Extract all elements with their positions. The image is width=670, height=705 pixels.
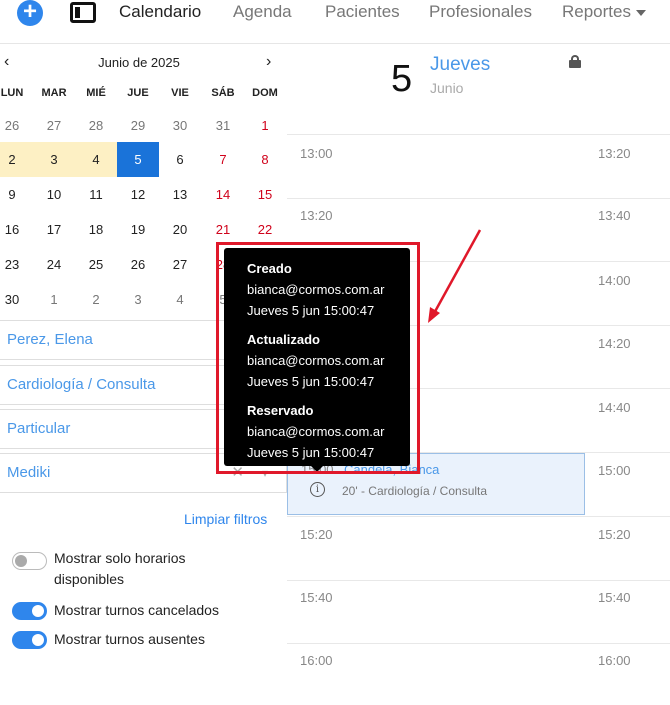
info-icon[interactable]: i bbox=[310, 482, 325, 497]
day-weekday: Jueves bbox=[430, 54, 491, 75]
clear-filters-link[interactable]: Limpiar filtros bbox=[184, 511, 267, 527]
calendar-day[interactable]: 1 bbox=[244, 108, 286, 143]
nav-calendario[interactable]: Calendario bbox=[119, 2, 201, 22]
caret-down-icon bbox=[635, 9, 646, 16]
weekday-header: LUN bbox=[0, 87, 24, 99]
calendar-day[interactable]: 2 bbox=[75, 282, 117, 317]
calendar-month-title: Junio de 2025 bbox=[98, 55, 180, 70]
calendar-day-selected[interactable]: 5 bbox=[117, 142, 159, 177]
weekday-header: JUE bbox=[127, 87, 149, 99]
nav-reportes[interactable]: Reportes bbox=[562, 2, 646, 22]
calendar-day[interactable]: 4 bbox=[75, 142, 117, 177]
calendar-day[interactable]: 4 bbox=[159, 282, 201, 317]
time-label: 15:20 bbox=[598, 527, 631, 542]
time-label: 14:20 bbox=[598, 336, 631, 351]
calendar-day[interactable]: 7 bbox=[202, 142, 244, 177]
row-divider bbox=[287, 134, 670, 135]
toggle-label: Mostrar turnos ausentes bbox=[54, 631, 205, 647]
calendar-day[interactable]: 26 bbox=[0, 108, 33, 143]
calendar-day[interactable]: 23 bbox=[0, 247, 33, 282]
toggle-show-cancelled[interactable] bbox=[12, 602, 47, 620]
calendar-day[interactable]: 2 bbox=[0, 142, 33, 177]
calendar-day[interactable]: 3 bbox=[33, 142, 75, 177]
weekday-header: DOM bbox=[252, 87, 278, 99]
nav-profesionales[interactable]: Profesionales bbox=[429, 2, 532, 22]
calendar-day[interactable]: 15 bbox=[244, 177, 286, 212]
toggle-label: Mostrar turnos cancelados bbox=[54, 602, 219, 618]
row-divider bbox=[287, 643, 670, 644]
calendar-day[interactable]: 26 bbox=[117, 247, 159, 282]
add-button[interactable]: + bbox=[17, 0, 43, 26]
time-label: 13:40 bbox=[598, 208, 631, 223]
calendar-day[interactable]: 13 bbox=[159, 177, 201, 212]
time-label: 14:40 bbox=[598, 400, 631, 415]
row-divider bbox=[287, 198, 670, 199]
toggle-available-only[interactable] bbox=[12, 552, 47, 570]
time-label: 15:00 bbox=[598, 463, 631, 478]
calendar-day[interactable]: 16 bbox=[0, 212, 33, 247]
next-month-button[interactable]: › bbox=[266, 53, 271, 71]
calendar-day[interactable]: 30 bbox=[159, 108, 201, 143]
nav-pacientes[interactable]: Pacientes bbox=[325, 2, 400, 22]
time-label: 13:20 bbox=[300, 208, 333, 223]
calendar-day[interactable]: 11 bbox=[75, 177, 117, 212]
calendar-day[interactable]: 28 bbox=[75, 108, 117, 143]
calendar-day[interactable]: 30 bbox=[0, 282, 33, 317]
calendar-day[interactable]: 14 bbox=[202, 177, 244, 212]
calendar-day[interactable]: 10 bbox=[33, 177, 75, 212]
time-label: 13:20 bbox=[598, 146, 631, 161]
time-label: 15:40 bbox=[300, 590, 333, 605]
annotation-arrow-icon bbox=[428, 229, 482, 323]
sidebar-toggle-icon[interactable] bbox=[70, 2, 96, 23]
calendar-day[interactable]: 9 bbox=[0, 177, 33, 212]
toggle-label: Mostrar solo horarios disponibles bbox=[54, 550, 186, 587]
time-label: 16:00 bbox=[300, 653, 333, 668]
toggle-show-absent[interactable] bbox=[12, 631, 47, 649]
calendar-day[interactable]: 3 bbox=[117, 282, 159, 317]
calendar-day[interactable]: 27 bbox=[33, 108, 75, 143]
time-label: 15:20 bbox=[300, 527, 333, 542]
calendar-day[interactable]: 27 bbox=[159, 247, 201, 282]
row-divider bbox=[287, 516, 670, 517]
calendar-day[interactable]: 19 bbox=[117, 212, 159, 247]
top-nav: + Calendario Agenda Pacientes Profesiona… bbox=[0, 0, 670, 44]
calendar-day[interactable]: 17 bbox=[33, 212, 75, 247]
calendar-day[interactable]: 6 bbox=[159, 142, 201, 177]
nav-agenda[interactable]: Agenda bbox=[233, 2, 292, 22]
time-label: 16:00 bbox=[598, 653, 631, 668]
day-number: 5 bbox=[391, 58, 413, 100]
calendar-day[interactable]: 8 bbox=[244, 142, 286, 177]
weekday-header: VIE bbox=[171, 87, 189, 99]
calendar-day[interactable]: 31 bbox=[202, 108, 244, 143]
calendar-header: ‹ Junio de 2025 › bbox=[0, 53, 287, 73]
appointment-description: 20' - Cardiología / Consulta bbox=[342, 484, 488, 498]
calendar-day[interactable]: 20 bbox=[159, 212, 201, 247]
lock-icon[interactable] bbox=[569, 55, 581, 68]
calendar-day[interactable]: 29 bbox=[117, 108, 159, 143]
plus-icon: + bbox=[22, 0, 37, 25]
calendar-day[interactable]: 24 bbox=[33, 247, 75, 282]
annotation-highlight-box bbox=[216, 242, 420, 474]
weekday-header: MAR bbox=[41, 87, 67, 99]
calendar-day[interactable]: 1 bbox=[33, 282, 75, 317]
time-label: 15:40 bbox=[598, 590, 631, 605]
calendar-day[interactable]: 12 bbox=[117, 177, 159, 212]
time-label: 13:00 bbox=[300, 146, 333, 161]
calendar-day[interactable]: 18 bbox=[75, 212, 117, 247]
row-divider bbox=[287, 580, 670, 581]
calendar-day[interactable]: 25 bbox=[75, 247, 117, 282]
weekday-header: MIÉ bbox=[86, 87, 106, 99]
day-month: Junio bbox=[430, 80, 464, 96]
time-label: 14:00 bbox=[598, 273, 631, 288]
weekday-header: SÁB bbox=[211, 87, 235, 99]
